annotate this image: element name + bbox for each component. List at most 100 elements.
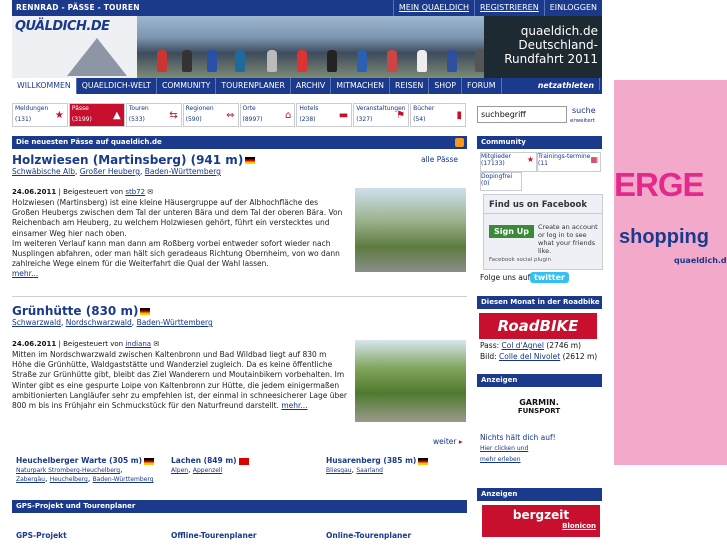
einloggen-link[interactable]: EINLOGGEN	[543, 0, 602, 16]
ad-link[interactable]: mehr erleben	[480, 456, 521, 463]
more-link[interactable]: mehr...	[12, 269, 38, 278]
more-link[interactable]: mehr...	[281, 401, 307, 410]
registrieren-link[interactable]: REGISTRIEREN	[473, 0, 544, 16]
nav-forum[interactable]: FORUM	[462, 78, 502, 94]
divider	[484, 213, 602, 214]
nav-quaeldich-welt[interactable]: QUAELDICH-WELT	[77, 78, 157, 94]
extended-search-link[interactable]: erweitert	[570, 118, 595, 124]
cat-veranstaltungen[interactable]: Veranstaltungen (327) ⚑	[353, 103, 410, 127]
community-dopingfrei[interactable]: Dopingfrei (0)	[480, 172, 522, 191]
pass-title-holzwiesen[interactable]: Holzwiesen (Martinsberg) (941 m)	[12, 153, 256, 167]
cat-label: Pässe	[71, 105, 89, 112]
mini-pass[interactable]: Heuchelberger Warte (305 m) Naturpark St…	[16, 456, 156, 483]
nav-reisen[interactable]: REISEN	[390, 78, 430, 94]
brand-tagline: RENNRAD - PÄSSE - TOUREN	[16, 3, 140, 12]
community-trainingstermine[interactable]: Trainings-termine (11 ▦	[537, 152, 601, 172]
flag-icon: ⚑	[396, 110, 406, 121]
alle-paesse-link[interactable]: alle Pässe	[421, 155, 458, 164]
cat-count: (590)	[185, 116, 202, 123]
nav-mitmachen[interactable]: MITMACHEN	[331, 78, 390, 94]
cat-hotels[interactable]: Hotels (238) ▬	[296, 103, 353, 127]
nav-archiv[interactable]: ARCHIV	[291, 78, 332, 94]
mail-icon[interactable]: ✉	[153, 340, 159, 348]
nav-shop[interactable]: SHOP	[429, 78, 463, 94]
nav-willkommen[interactable]: WILLKOMMEN	[12, 78, 77, 94]
nav-tourenplaner[interactable]: TOURENPLANER	[216, 78, 291, 94]
pass-link[interactable]: Col d'Agnel	[502, 341, 544, 350]
comm-label: Dopingfrei	[481, 173, 513, 180]
mini-title: Lachen (849 m)	[171, 456, 237, 465]
region-link[interactable]: Saarland	[356, 467, 383, 474]
blonicon-link[interactable]: Blonicon	[482, 522, 600, 530]
region-link[interactable]: Appenzell	[193, 467, 222, 474]
bergzeit-ad[interactable]: bergzeit Blonicon	[482, 505, 600, 537]
gps-projekt-heading[interactable]: GPS-Projekt	[16, 531, 67, 540]
author-link[interactable]: indiana	[125, 340, 151, 348]
facebook-signup-button[interactable]: Sign Up	[489, 225, 534, 238]
garmin-ad[interactable]: GARMIN. FUNSPORT	[479, 390, 599, 426]
mini-pass[interactable]: Husarenberg (385 m) Bliesgau, Saarland	[326, 456, 466, 474]
search-button[interactable]: suche	[572, 106, 596, 115]
region-link[interactable]: Baden-Württemberg	[137, 318, 213, 327]
offline-tourenplaner-heading[interactable]: Offline-Tourenplaner	[171, 531, 257, 540]
mein-quaeldich-link[interactable]: MEIN QUAELDICH	[392, 0, 474, 16]
region-link[interactable]: Bliesgau	[326, 467, 352, 474]
pass-label: Pass:	[480, 341, 500, 350]
promo-shop-text: shopping	[619, 226, 709, 248]
pass-photo[interactable]	[355, 340, 466, 422]
cat-label: Hotels	[299, 105, 319, 112]
region-link[interactable]: Nordschwarzwald	[66, 318, 132, 327]
bild-label: Bild:	[480, 352, 497, 361]
rider-figure	[357, 50, 367, 72]
region-link[interactable]: Großer Heuberg	[80, 167, 140, 176]
region-link[interactable]: Naturpark Stromberg-Heuchelberg	[16, 467, 120, 474]
ads-header-2: Anzeigen	[477, 488, 602, 501]
site-logo[interactable]: QUÄLDICH.DE	[12, 16, 137, 78]
cat-count: (54)	[413, 116, 426, 123]
facebook-plugin: Facebook social plugin	[489, 257, 552, 263]
region-link[interactable]: Baden-Württemberg	[93, 476, 154, 483]
pass-text: Holzwiesen (Martinsberg) ist eine kleine…	[12, 198, 343, 238]
bild-link[interactable]: Colle del Nivolet	[499, 352, 560, 361]
pass-title-gruenhuette[interactable]: Grünhütte (830 m)	[12, 304, 151, 318]
search-input[interactable]: suchbegriff	[477, 106, 567, 123]
netzathleten-logo[interactable]: netzathleten	[533, 78, 600, 90]
cat-paesse[interactable]: Pässe (3199) ▲	[68, 103, 125, 127]
promo-line: Deutschland-	[518, 38, 598, 52]
region-link[interactable]: Zabergäu	[16, 476, 45, 483]
divider	[12, 296, 467, 297]
germany-flag-icon	[140, 308, 151, 315]
cat-count: (8997)	[242, 116, 263, 123]
month-header: Diesen Monat in der Roadbike	[477, 296, 602, 309]
shop-promo-banner[interactable]: ERGE shopping quaeldich.de	[614, 80, 727, 465]
region-link[interactable]: Schwäbische Alb	[12, 167, 75, 176]
cat-buecher[interactable]: Bücher (54) ▮	[410, 103, 466, 127]
community-mitglieder[interactable]: Mitglieder (17133) ★	[480, 152, 537, 172]
pass-photo[interactable]	[355, 188, 466, 272]
region-link[interactable]: Schwarzwald	[12, 318, 61, 327]
cat-meldungen[interactable]: Meldungen (131) ★	[12, 103, 68, 127]
ad-link[interactable]: Hier clicken und	[480, 445, 528, 452]
rss-icon[interactable]	[455, 138, 464, 147]
mail-icon[interactable]: ✉	[147, 188, 153, 196]
author-link[interactable]: stb72	[125, 188, 145, 196]
mini-pass[interactable]: Lachen (849 m) Alpen, Appenzell	[171, 456, 311, 474]
twitter-logo[interactable]: twitter	[530, 272, 569, 283]
cat-orte[interactable]: Orte (8997) ⌂	[239, 103, 296, 127]
weiter-link[interactable]: weiter ▸	[433, 437, 463, 446]
pass-date: 24.06.2011	[12, 340, 57, 348]
cat-touren[interactable]: Touren (533) ⇆	[125, 103, 182, 127]
online-tourenplaner-heading[interactable]: Online-Tourenplaner	[326, 531, 411, 540]
region-link[interactable]: Baden-Württemberg	[145, 167, 221, 176]
deutschland-rundfahrt-promo[interactable]: quaeldich.de Deutschland- Rundfahrt 2011	[484, 16, 602, 78]
pass-height: (2746 m)	[546, 341, 582, 350]
roadbike-logo[interactable]: RoadBIKE	[479, 313, 597, 339]
cat-count: (327)	[356, 116, 373, 123]
region-link[interactable]: Heuchelberg	[50, 476, 88, 483]
region-link[interactable]: Alpen	[171, 467, 188, 474]
promo-small-text: quaeldich.de	[674, 256, 727, 265]
top-links: MEIN QUAELDICH REGISTRIEREN EINLOGGEN	[392, 0, 602, 16]
cat-regionen[interactable]: Regionen (590) ⇔	[182, 103, 239, 127]
nav-community[interactable]: COMMUNITY	[157, 78, 217, 94]
ad-headline[interactable]: Nichts hält dich auf!	[480, 433, 556, 442]
